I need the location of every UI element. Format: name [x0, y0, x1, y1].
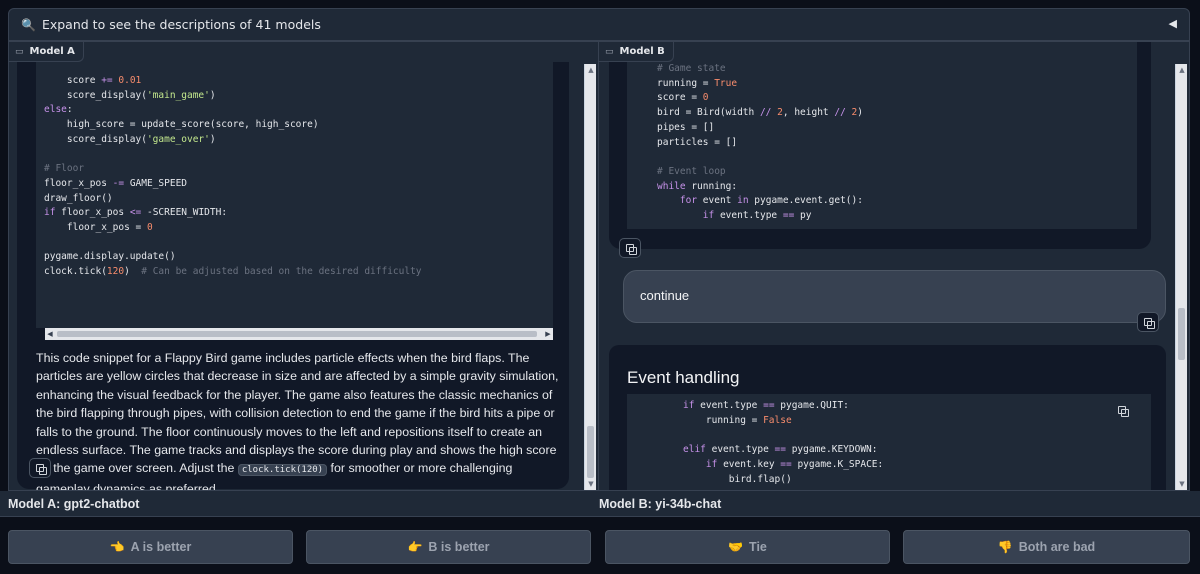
code-line: score = 0	[657, 92, 709, 104]
code-line: if floor_x_pos <= -SCREEN_WIDTH:	[44, 207, 228, 219]
models-description-accordion[interactable]: 🔍 Expand to see the descriptions of 41 m…	[8, 8, 1190, 41]
model-a-description: This code snippet for a Flappy Bird game…	[36, 351, 559, 491]
vertical-scrollbar[interactable]: ▲ ▼	[584, 64, 596, 490]
code-line: if event.type == pygame.QUIT:	[683, 400, 849, 411]
code-line: score_display('game_over')	[44, 133, 216, 145]
copy-icon[interactable]	[619, 238, 641, 258]
code-line: for event in pygame.event.get():	[679, 195, 863, 207]
model-a-code: score += 0.01 score_display('main_game')…	[44, 74, 422, 280]
scrollbar-thumb[interactable]	[57, 331, 537, 337]
scrollbar-thumb[interactable]	[1178, 308, 1185, 360]
model-a-code-block: score += 0.01 score_display('main_game')…	[36, 62, 553, 328]
model-b-label-chip: ▭ Model B	[599, 42, 674, 62]
response-heading: Event handling	[627, 368, 740, 387]
chat-bubble-icon: ▭	[15, 46, 24, 57]
code-line: pygame.display.update()	[44, 251, 176, 263]
scroll-left-icon[interactable]: ◀	[45, 328, 55, 340]
code-line: elif event.type == pygame.KEYDOWN:	[683, 444, 878, 456]
model-b-chip-text: Model B	[619, 46, 665, 57]
tie-button[interactable]: 🤝 Tie	[605, 530, 890, 564]
copy-icon[interactable]	[1111, 400, 1133, 420]
inline-code: clock.tick(120)	[237, 464, 328, 477]
code-line: floor_x_pos -= GAME_SPEED	[44, 177, 188, 189]
model-a-label-chip: ▭ Model A	[9, 42, 84, 62]
user-message-text: continue	[640, 288, 690, 303]
code-line: while running:	[657, 180, 738, 192]
code-line: floor_x_pos = 0	[44, 222, 153, 234]
code-line: if event.type == py	[702, 210, 812, 222]
model-b-code: if event.type == pygame.QUIT: running = …	[683, 399, 883, 487]
scroll-up-icon[interactable]: ▲	[1176, 64, 1188, 76]
scrollbar-thumb[interactable]	[587, 426, 594, 478]
model-a-chat-panel: ▭ Model A score += 0.01 score_display('m…	[8, 41, 599, 491]
a-is-better-button[interactable]: 👈 A is better	[8, 530, 293, 564]
model-b-chat-panel: ▭ Model B # Game state running = True scor…	[598, 41, 1190, 491]
code-line: bird = Bird(width // 2, height // 2)	[657, 107, 864, 119]
model-a-chip-text: Model A	[29, 46, 75, 57]
model-b-code-block: # Game state running = True score = 0 bird …	[627, 42, 1137, 229]
code-line: else:	[44, 104, 73, 116]
pointing-left-icon: 👈	[109, 540, 125, 554]
code-line: high_score = update_score(score, high_sc…	[44, 119, 319, 131]
model-a-name: Model A: gpt2-chatbot	[8, 497, 140, 511]
pointing-right-icon: 👉	[407, 540, 423, 554]
search-icon: 🔍	[21, 17, 36, 32]
accordion-label: Expand to see the descriptions of 41 mod…	[41, 17, 321, 32]
code-line: bird.flap()	[683, 473, 792, 485]
horizontal-scrollbar[interactable]: ◀ ▶	[45, 328, 553, 340]
model-b-code-block: if event.type == pygame.QUIT: running = …	[627, 394, 1151, 490]
code-line: running = True	[657, 77, 738, 89]
vertical-scrollbar[interactable]: ▲ ▼	[1175, 64, 1187, 490]
copy-icon[interactable]	[1137, 312, 1159, 332]
code-line: particles = []	[657, 136, 738, 148]
code-line: clock.tick(120) # Can be adjusted based …	[44, 266, 422, 278]
code-line: if event.key == pygame.K_SPACE:	[705, 458, 884, 470]
user-message-bubble: continue	[623, 270, 1166, 323]
code-line: running = False	[683, 414, 792, 426]
code-line: # Event loop	[657, 165, 726, 177]
scroll-right-icon[interactable]: ▶	[543, 328, 553, 340]
scroll-down-icon[interactable]: ▼	[1176, 478, 1188, 490]
model-b-code: # Game state running = True score = 0 bird …	[657, 62, 863, 224]
thumbs-down-icon: 👎	[997, 540, 1013, 554]
model-b-name: Model B: yi-34b-chat	[599, 497, 722, 511]
b-is-better-button[interactable]: 👉 B is better	[306, 530, 591, 564]
code-line: # Game state	[657, 63, 726, 74]
code-line: # Floor	[44, 163, 85, 175]
scroll-down-icon[interactable]: ▼	[585, 478, 597, 490]
code-line: pipes = []	[657, 121, 715, 133]
code-line: draw_floor()	[44, 192, 113, 204]
code-line: score_display('main_game')	[44, 89, 216, 101]
caret-left-icon[interactable]: ◀	[1169, 17, 1177, 30]
handshake-icon: 🤝	[728, 540, 744, 554]
scroll-up-icon[interactable]: ▲	[585, 64, 597, 76]
copy-icon[interactable]	[29, 458, 51, 478]
chat-bubble-icon: ▭	[605, 46, 614, 57]
code-line: score += 0.01	[44, 75, 142, 86]
both-are-bad-button[interactable]: 👎 Both are bad	[903, 530, 1190, 564]
